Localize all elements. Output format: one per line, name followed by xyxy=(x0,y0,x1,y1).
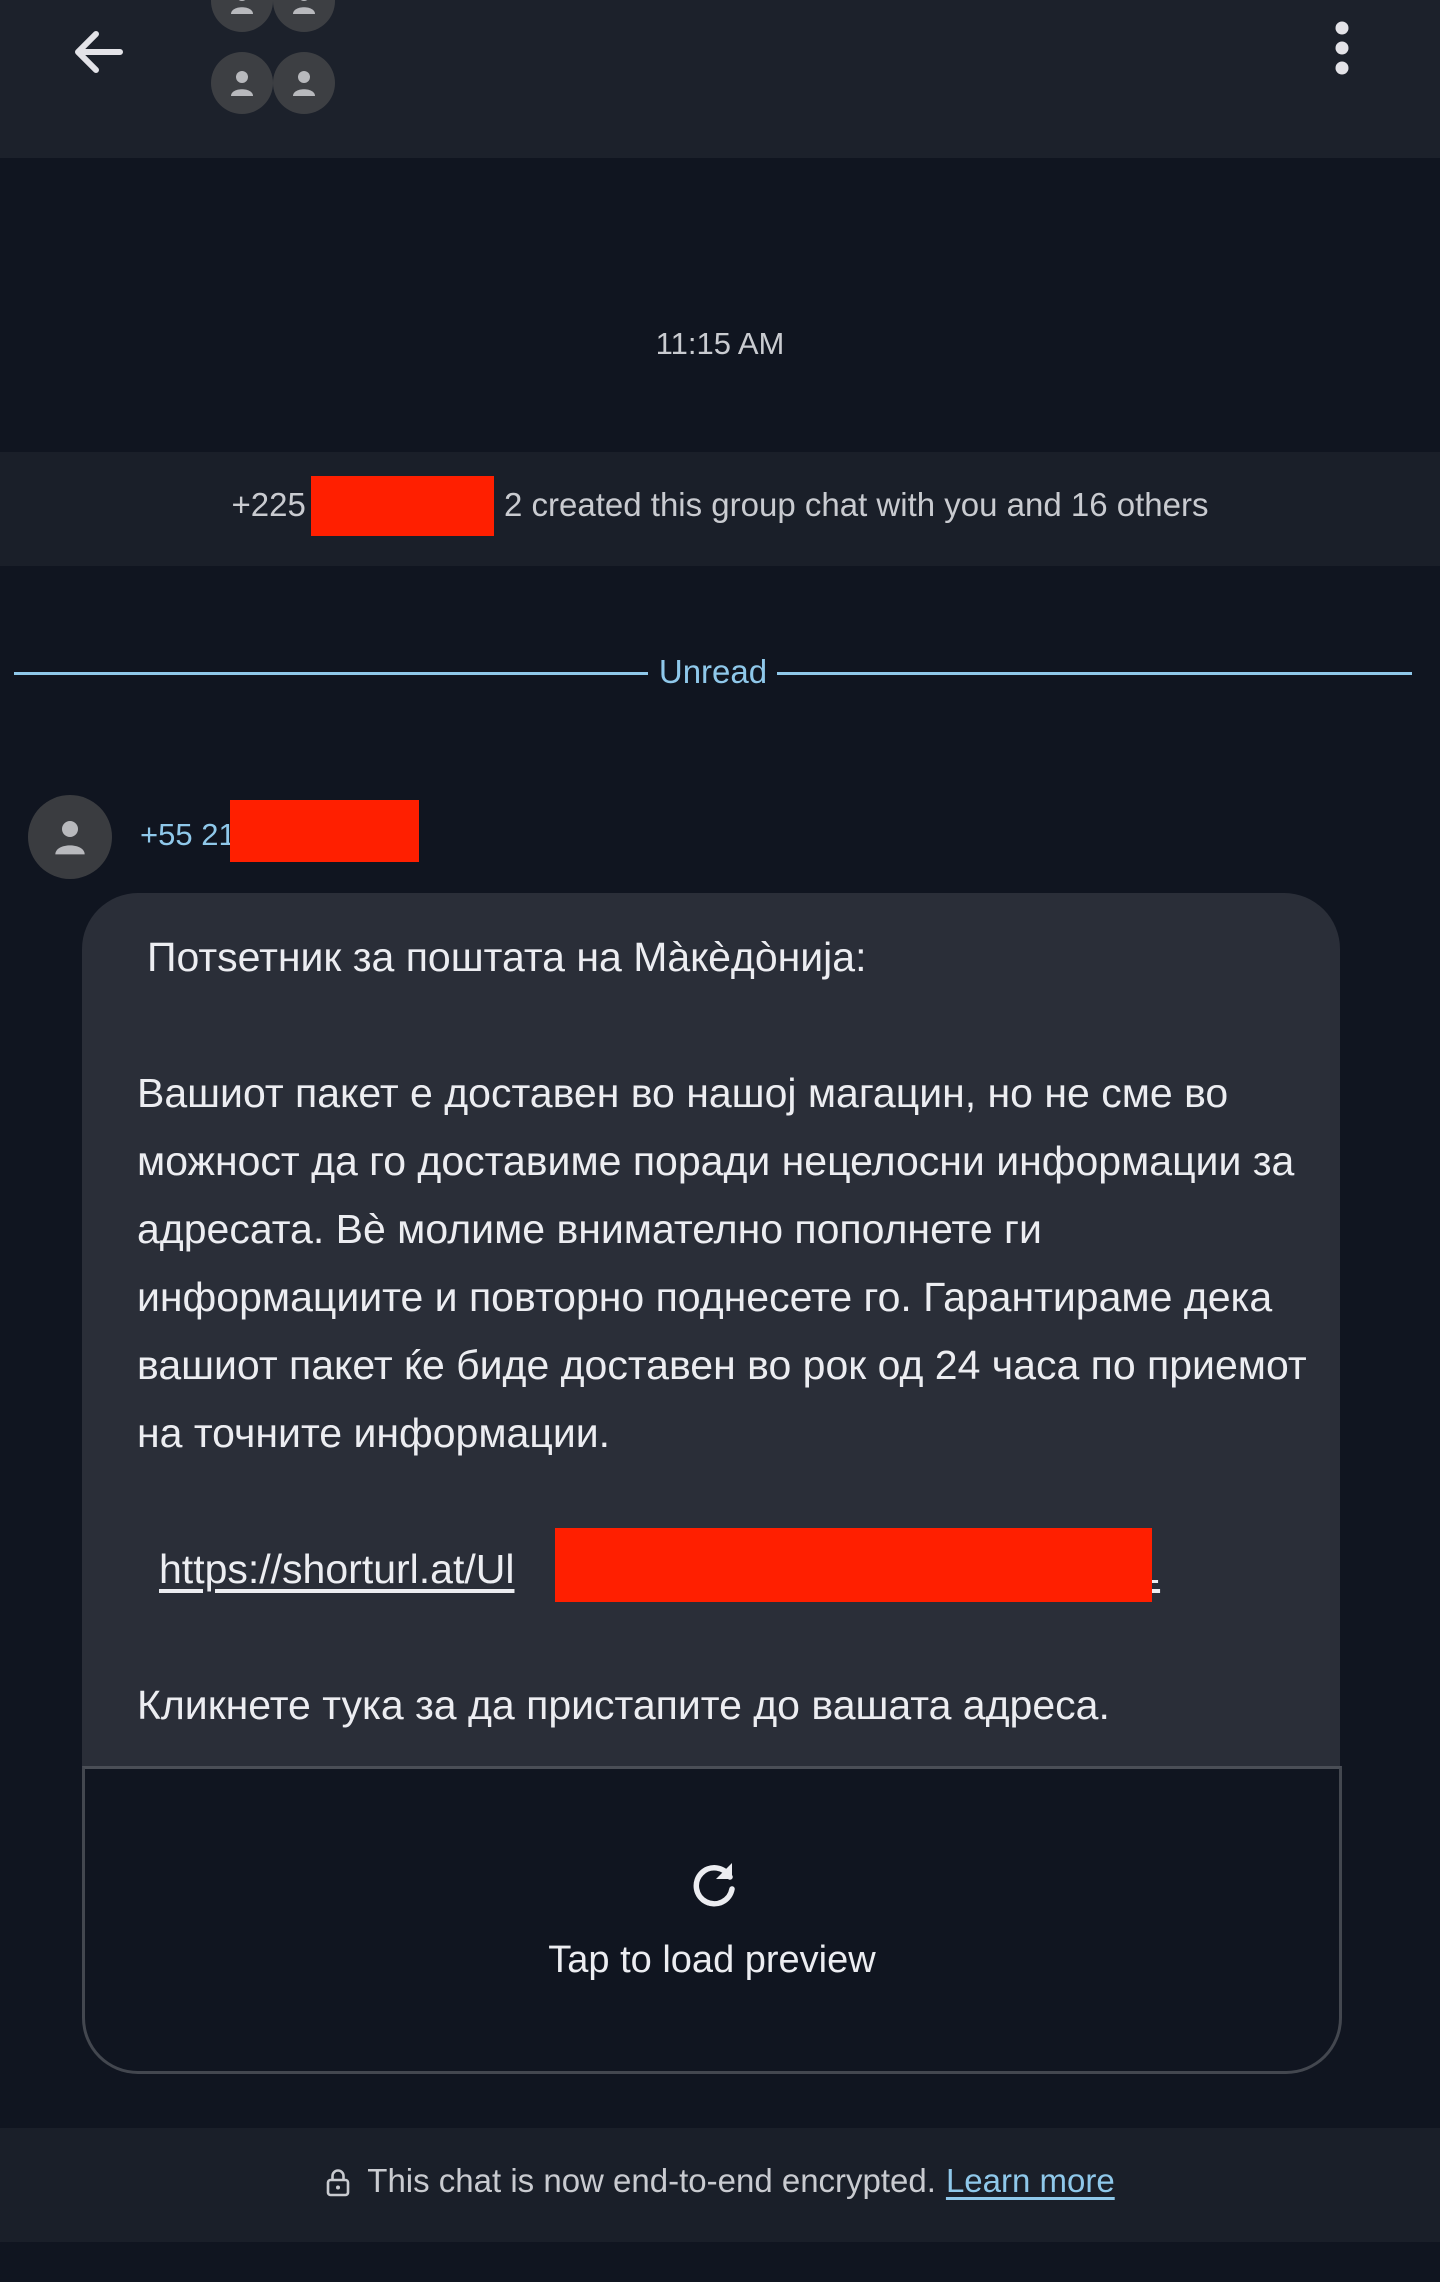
encryption-notice: This chat is now end-to-end encrypted. Le… xyxy=(0,2128,1440,2242)
member-avatar xyxy=(273,0,335,32)
member-avatar xyxy=(211,52,273,114)
person-icon xyxy=(231,0,253,14)
load-preview-label: Tap to load preview xyxy=(548,1939,876,1981)
back-button[interactable] xyxy=(58,12,138,92)
member-avatar xyxy=(273,52,335,114)
encryption-text: This chat is now end-to-end encrypted. xyxy=(367,2162,936,2199)
person-icon xyxy=(293,71,315,96)
message-footer: Кликнете тука за да пристапите до вашата… xyxy=(137,1682,1110,1728)
message-timestamp: 11:15 AM xyxy=(655,326,785,361)
sender-name: +55 21 xyxy=(140,817,236,852)
lock-icon xyxy=(325,2167,351,2205)
arrow-left-icon xyxy=(75,31,123,73)
top-app-bar xyxy=(0,0,1440,158)
sender-avatar[interactable] xyxy=(28,795,112,879)
group-avatar[interactable] xyxy=(205,0,340,115)
person-icon xyxy=(231,71,253,96)
redaction-block xyxy=(311,476,494,536)
message-body: Вашиот пакет е доставен во нашој магацин… xyxy=(137,1070,1307,1456)
message-title: Потsетник за поштата на Мàкèдòнија: xyxy=(147,934,867,980)
unread-divider: Unread xyxy=(14,652,1412,692)
learn-more-link[interactable]: Learn more xyxy=(946,2162,1115,2199)
refresh-icon xyxy=(686,1857,742,1913)
redaction-block xyxy=(555,1528,1152,1602)
load-preview-button[interactable]: Tap to load preview xyxy=(82,1766,1342,2074)
group-created-text: 2 created this group chat with you and 1… xyxy=(504,486,1209,523)
redaction-block xyxy=(230,800,419,862)
message-bubble[interactable]: Потsетник за поштата на Мàкèдòнија: Ваши… xyxy=(82,893,1340,1770)
person-icon xyxy=(55,821,85,855)
unread-label: Unread xyxy=(658,653,768,690)
link-prefix: https://shorturl.at/Ul xyxy=(159,1546,515,1592)
group-created-notice: +225 (2 created this group chat with you… xyxy=(0,452,1440,566)
overflow-menu-button[interactable] xyxy=(1310,8,1374,88)
member-avatar xyxy=(211,0,273,32)
person-icon xyxy=(293,0,315,14)
more-vert-icon xyxy=(1335,21,1349,75)
